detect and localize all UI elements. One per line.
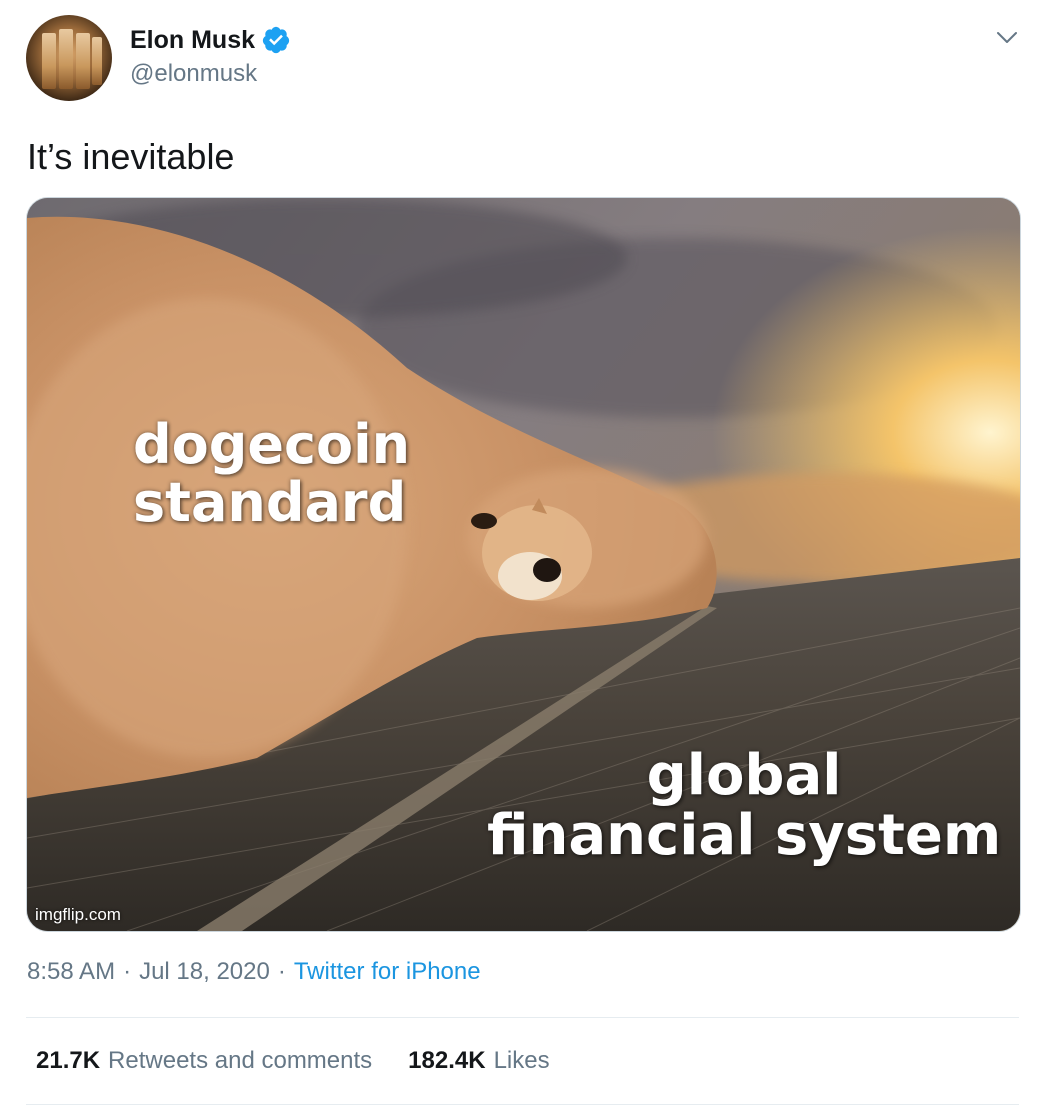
avatar[interactable] (26, 15, 112, 101)
chevron-down-icon[interactable] (996, 26, 1018, 48)
tweet-media-image[interactable]: dogecoin standard global financial syste… (26, 197, 1021, 932)
author-handle[interactable]: @elonmusk (130, 60, 257, 88)
likes-label: Likes (493, 1047, 550, 1074)
author-name-row[interactable]: Elon Musk (130, 24, 291, 56)
meme-caption-bottom: global financial system (487, 743, 1002, 869)
tweet-text: It’s inevitable (27, 136, 235, 177)
tweet-date[interactable]: Jul 18, 2020 (139, 958, 270, 986)
tweet-stats: 21.7K Retweets and comments 182.4K Likes (36, 1047, 550, 1075)
watermark: imgflip.com (35, 905, 121, 924)
avatar-detail (92, 37, 102, 85)
avatar-detail (42, 33, 56, 89)
retweets-stat[interactable]: 21.7K Retweets and comments (36, 1047, 372, 1075)
tweet-source-link[interactable]: Twitter for iPhone (294, 958, 481, 986)
divider (26, 1017, 1019, 1018)
meme-caption-top: dogecoin standard (133, 413, 411, 535)
likes-stat[interactable]: 182.4K Likes (408, 1047, 549, 1075)
avatar-detail (76, 33, 90, 89)
tweet-card: Elon Musk @elonmusk It’s inevitable doge… (0, 0, 1044, 1106)
tweet-meta: 8:58 AM · Jul 18, 2020 · Twitter for iPh… (27, 958, 481, 986)
avatar-detail (59, 29, 73, 89)
retweets-count: 21.7K (36, 1047, 101, 1074)
divider (26, 1104, 1019, 1105)
display-name[interactable]: Elon Musk (130, 26, 255, 55)
verified-badge-icon (261, 25, 291, 55)
meta-separator: · (277, 958, 286, 985)
retweets-label: Retweets and comments (108, 1047, 373, 1074)
likes-count: 182.4K (408, 1047, 486, 1074)
tweet-time[interactable]: 8:58 AM (27, 958, 115, 986)
meta-separator: · (123, 958, 132, 985)
